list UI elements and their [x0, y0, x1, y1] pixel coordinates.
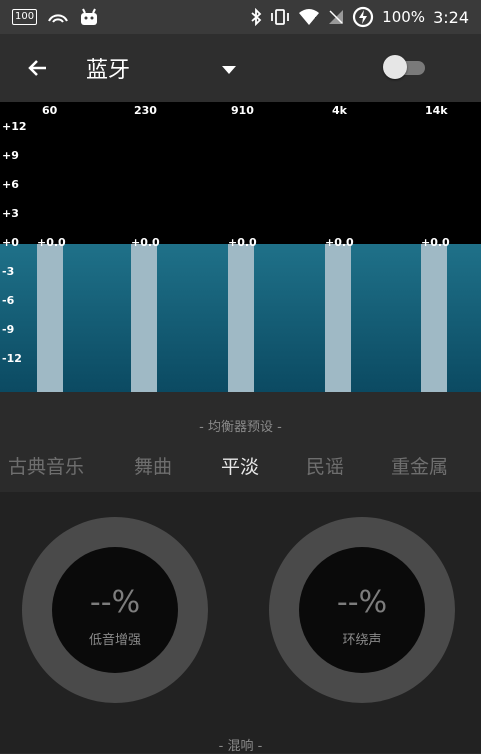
- bass-boost-label: 低音增强: [88, 633, 141, 648]
- dropdown-arrow-icon: [222, 65, 237, 74]
- arrow-back-icon: [28, 60, 46, 76]
- android-icon: [81, 8, 98, 25]
- wifi-calling-icon: [48, 14, 68, 23]
- preset-dance[interactable]: 舞曲: [134, 452, 172, 479]
- status-bar: 100 100% 3:24: [0, 0, 481, 34]
- freq-label-230: 230: [134, 104, 157, 117]
- freq-label-60: 60: [42, 104, 58, 117]
- bass-boost-value: --%: [89, 585, 141, 620]
- band-value: +0.0: [37, 236, 66, 249]
- page-title: 蓝牙: [86, 58, 131, 83]
- preset-heavy-metal[interactable]: 重金属: [391, 452, 448, 479]
- db-label: -9: [2, 323, 15, 336]
- eq-band-60[interactable]: [37, 244, 63, 392]
- db-label: +0: [2, 236, 19, 249]
- eq-band-230[interactable]: [131, 244, 157, 392]
- device-dropdown[interactable]: [222, 59, 237, 78]
- vibrate-icon: [271, 9, 290, 25]
- battery-charging-icon: [353, 6, 374, 28]
- surround-label: 环绕声: [342, 633, 382, 648]
- effects-panel: --% 低音增强 --% 环绕声 - 混响 -: [0, 492, 481, 754]
- preset-flat[interactable]: 平淡: [221, 452, 259, 479]
- wifi-icon: [299, 9, 320, 25]
- eq-band-14k[interactable]: [421, 244, 447, 392]
- clock: 3:24: [433, 7, 469, 27]
- surround-value: --%: [336, 585, 388, 620]
- knob-center: --% 环绕声: [299, 547, 425, 673]
- equalizer-graph: 60 230 910 4k 14k +12 +9 +6 +3 +0 -3 -6 …: [0, 102, 481, 392]
- no-signal-icon: [329, 10, 344, 24]
- knob-center: --% 低音增强: [52, 547, 178, 673]
- surround-knob[interactable]: --% 环绕声: [269, 517, 455, 703]
- freq-label-4k: 4k: [332, 104, 347, 117]
- db-label: -6: [2, 294, 15, 307]
- preset-selector: - 均衡器预设 - 古典音乐 舞曲 平淡 民谣 重金属: [0, 392, 481, 492]
- bass-boost-knob[interactable]: --% 低音增强: [22, 517, 208, 703]
- band-value: +0.0: [228, 236, 257, 249]
- equalizer-toggle[interactable]: [383, 55, 425, 79]
- app-bar: 蓝牙: [0, 34, 481, 102]
- band-value: +0.0: [325, 236, 354, 249]
- battery-saver-icon: 100: [12, 9, 38, 25]
- reverb-title: - 混响 -: [218, 739, 263, 754]
- freq-label-910: 910: [231, 104, 254, 117]
- db-label: -3: [2, 265, 15, 278]
- db-label: +6: [2, 178, 19, 191]
- eq-band-910[interactable]: [228, 244, 254, 392]
- bluetooth-icon: [251, 8, 262, 26]
- back-button[interactable]: [10, 40, 66, 96]
- presets-title: - 均衡器预设 -: [199, 420, 282, 435]
- freq-label-14k: 14k: [425, 104, 448, 117]
- preset-classical[interactable]: 古典音乐: [8, 452, 84, 479]
- db-label: +3: [2, 207, 19, 220]
- band-value: +0.0: [421, 236, 450, 249]
- battery-percent: 100%: [382, 8, 426, 26]
- db-label: -12: [2, 352, 22, 365]
- toggle-thumb: [383, 55, 407, 79]
- eq-band-4k[interactable]: [325, 244, 351, 392]
- db-label: +9: [2, 149, 19, 162]
- band-value: +0.0: [131, 236, 160, 249]
- db-label: +12: [2, 120, 27, 133]
- preset-folk[interactable]: 民谣: [306, 452, 344, 479]
